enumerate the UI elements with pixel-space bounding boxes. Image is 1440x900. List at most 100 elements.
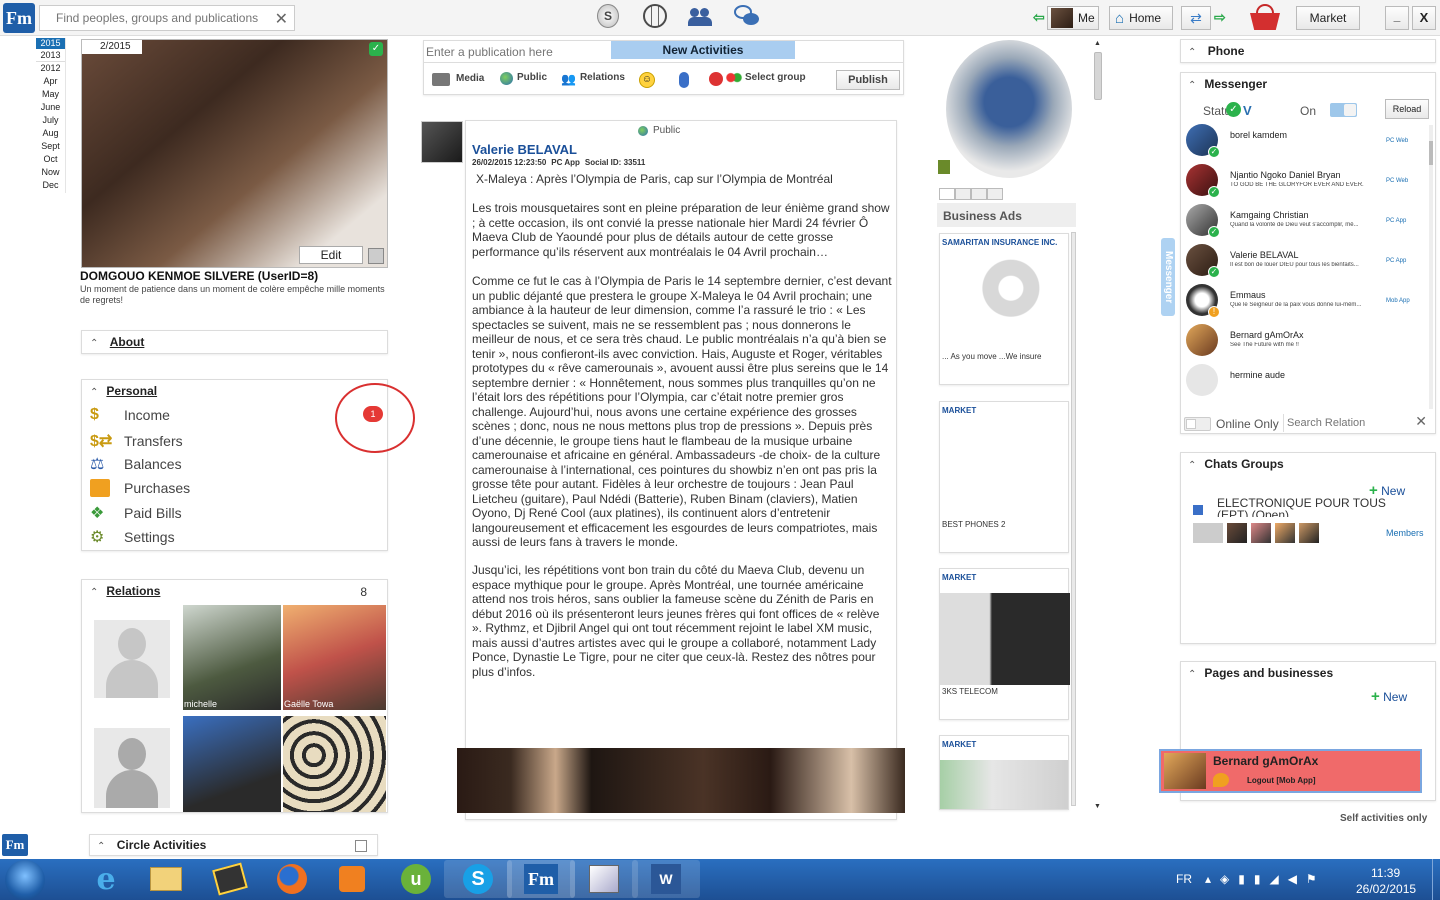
- clear-search-icon[interactable]: ✕: [275, 9, 288, 29]
- contact-item[interactable]: ! Emmaus Que le Seigneur de la paix vous…: [1186, 284, 1426, 322]
- side-photo-pager[interactable]: [939, 188, 1003, 200]
- collapse-icon[interactable]: ⌃: [1188, 47, 1196, 58]
- collapse-icon[interactable]: ⌃: [1188, 80, 1196, 91]
- collapse-icon[interactable]: ⌃: [1188, 669, 1196, 680]
- chat-nav-icon[interactable]: [734, 5, 760, 27]
- people-nav-icon[interactable]: [688, 6, 712, 26]
- firefox-taskbar-icon[interactable]: [258, 860, 326, 898]
- relation-avatar-placeholder[interactable]: [94, 728, 170, 808]
- new-activities-button[interactable]: New Activities: [611, 41, 795, 59]
- contact-item[interactable]: ✓ Njantio Ngoko Daniel Bryan TO GOD BE T…: [1186, 164, 1426, 202]
- month-item[interactable]: June: [36, 101, 65, 114]
- about-title[interactable]: About: [110, 335, 145, 349]
- collapse-icon[interactable]: ⌃: [1188, 460, 1196, 471]
- clear-search-icon[interactable]: ✕: [1415, 413, 1427, 430]
- relations-title[interactable]: Relations: [106, 584, 160, 598]
- sync-button[interactable]: ⇄: [1181, 6, 1211, 30]
- contact-item[interactable]: hermine aude: [1186, 364, 1426, 402]
- ad-card[interactable]: MARKET BEST PHONES 2: [939, 401, 1069, 553]
- media-player-taskbar-icon[interactable]: [318, 860, 386, 898]
- notification-badge[interactable]: 1: [363, 406, 383, 422]
- personal-item-balances[interactable]: ⚖ Balances: [90, 454, 182, 474]
- basket-icon[interactable]: [1250, 4, 1280, 30]
- contact-item[interactable]: Bernard gAmOrAx See The Future with me !…: [1186, 324, 1426, 362]
- collapse-icon[interactable]: ⌃: [97, 841, 105, 852]
- word-taskbar-icon[interactable]: W: [632, 860, 700, 898]
- status-dropdown-icon[interactable]: V: [1243, 103, 1252, 118]
- year-2015[interactable]: 2015: [36, 38, 65, 49]
- search-input[interactable]: [40, 6, 260, 30]
- post-author-avatar[interactable]: [421, 121, 463, 163]
- month-item[interactable]: Aug: [36, 127, 65, 140]
- contact-item[interactable]: ✓ Valerie BELAVAL Il est bon de louer DI…: [1186, 244, 1426, 282]
- month-item[interactable]: Sept: [36, 140, 65, 153]
- skype-nav-icon[interactable]: S: [597, 4, 619, 28]
- main-scrollbar[interactable]: ▲ ▼: [1093, 40, 1103, 810]
- app-taskbar-icon[interactable]: [196, 860, 264, 898]
- relation-avatar-placeholder[interactable]: [94, 620, 170, 698]
- microphone-button[interactable]: [679, 72, 689, 88]
- messenger-side-tab[interactable]: Messenger: [1161, 238, 1175, 316]
- relation-photo[interactable]: [283, 716, 386, 812]
- month-item[interactable]: Dec: [36, 179, 65, 192]
- explorer-taskbar-icon[interactable]: [132, 860, 200, 898]
- search-relation-input[interactable]: [1283, 414, 1411, 432]
- collapse-icon[interactable]: ⌃: [90, 387, 98, 398]
- relation-photo[interactable]: [183, 716, 281, 812]
- status-toggle[interactable]: [1330, 103, 1357, 117]
- about-panel[interactable]: ⌃ About: [81, 330, 388, 354]
- emoji-button[interactable]: ☺: [639, 72, 655, 88]
- circle-activities-bar[interactable]: ⌃ Circle Activities: [89, 834, 378, 856]
- month-item[interactable]: July: [36, 114, 65, 127]
- contacts-scrollbar[interactable]: [1429, 125, 1433, 409]
- month-item[interactable]: Now: [36, 166, 65, 179]
- close-button[interactable]: X: [1412, 6, 1436, 30]
- publish-button[interactable]: Publish: [836, 70, 900, 90]
- public-button[interactable]: Public: [500, 72, 547, 85]
- global-search[interactable]: ✕: [39, 5, 295, 31]
- ad-card[interactable]: SAMARITAN INSURANCE INC. ... As you move…: [939, 233, 1069, 385]
- self-activities-label[interactable]: Self activities only: [1340, 813, 1427, 824]
- media-button[interactable]: Media: [432, 73, 484, 86]
- forward-arrow-icon[interactable]: ⇨: [1214, 9, 1226, 26]
- relation-photo[interactable]: michelle: [183, 605, 281, 710]
- back-arrow-icon[interactable]: ⇦: [1033, 9, 1045, 26]
- publication-input[interactable]: [424, 43, 610, 61]
- utorrent-taskbar-icon[interactable]: u: [382, 860, 450, 898]
- members-link[interactable]: Members: [1386, 528, 1424, 538]
- online-only-toggle[interactable]: [1184, 417, 1211, 431]
- month-item[interactable]: Apr: [36, 75, 65, 88]
- group-icon[interactable]: [1193, 505, 1203, 515]
- personal-item-purchases[interactable]: Purchases: [90, 479, 190, 497]
- personal-item-settings[interactable]: ⚙ Settings: [90, 527, 175, 547]
- app-logo[interactable]: Fm: [3, 3, 35, 33]
- ie-taskbar-icon[interactable]: e: [72, 860, 140, 898]
- phone-panel[interactable]: ⌃ Phone: [1180, 39, 1436, 63]
- start-button[interactable]: [5, 860, 45, 900]
- month-item[interactable]: Oct: [36, 153, 65, 166]
- collapse-icon[interactable]: ⌃: [90, 587, 98, 598]
- bottom-logo[interactable]: Fm: [2, 834, 28, 856]
- relation-photo[interactable]: Gaëlle Towa: [283, 605, 386, 710]
- profile-photo[interactable]: 2/2015 ✓ Edit: [81, 39, 388, 268]
- post-image[interactable]: [457, 748, 905, 813]
- language-indicator[interactable]: FR: [1176, 872, 1192, 886]
- side-photo[interactable]: [946, 40, 1072, 178]
- group-name[interactable]: ELECTRONIQUE POUR TOUS (EPT) (Open): [1217, 497, 1407, 517]
- personal-item-transfers[interactable]: $⇄ Transfers: [90, 431, 183, 451]
- globe-nav-icon[interactable]: [643, 4, 667, 28]
- new-page-button[interactable]: + New: [1371, 688, 1407, 705]
- minimize-button[interactable]: _: [1385, 6, 1409, 30]
- personal-item-paid-bills[interactable]: ❖ Paid Bills: [90, 503, 182, 523]
- market-button[interactable]: Market: [1296, 6, 1360, 30]
- edit-photo-button[interactable]: Edit: [299, 246, 363, 264]
- skype-taskbar-icon[interactable]: S: [444, 860, 512, 898]
- reload-button[interactable]: Reload: [1385, 99, 1429, 119]
- personal-title[interactable]: Personal: [106, 384, 157, 398]
- year-2012[interactable]: 2012: [36, 62, 65, 75]
- contact-item[interactable]: ✓ borel kamdem PC Web: [1186, 124, 1426, 162]
- select-group-button[interactable]: Select group: [709, 72, 806, 86]
- logout-toast[interactable]: Bernard gAmOrAx Logout [Mob App]: [1159, 749, 1422, 793]
- clock-time[interactable]: 11:39: [1371, 866, 1400, 880]
- clock-date[interactable]: 26/02/2015: [1356, 882, 1416, 896]
